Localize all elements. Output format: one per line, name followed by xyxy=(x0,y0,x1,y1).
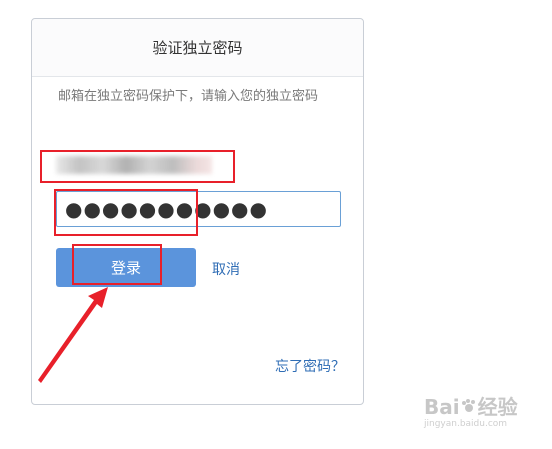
blurred-account-name xyxy=(56,156,212,174)
account-display xyxy=(56,154,226,176)
baidu-jingyan-watermark: Bai 经验 jingyan.baidu.com xyxy=(424,396,534,436)
watermark-domain: jingyan.baidu.com xyxy=(424,419,508,429)
password-input[interactable] xyxy=(56,191,341,227)
dialog-header: 验证独立密码 xyxy=(32,19,363,77)
dialog-title: 验证独立密码 xyxy=(152,39,243,57)
watermark-brand-right: 经验 xyxy=(477,395,518,419)
cancel-link[interactable]: 取消 xyxy=(212,259,240,279)
watermark-brand: Bai 经验 xyxy=(424,396,534,418)
login-button[interactable]: 登录 xyxy=(56,248,196,287)
dialog-description: 邮箱在独立密码保护下，请输入您的独立密码 xyxy=(58,89,319,104)
watermark-brand-left: Bai xyxy=(424,395,460,419)
paw-icon xyxy=(461,396,477,418)
verify-password-dialog: 验证独立密码 邮箱在独立密码保护下，请输入您的独立密码 登录 取消 忘了密码？ xyxy=(31,18,364,405)
forgot-password-link[interactable]: 忘了密码？ xyxy=(275,356,345,376)
